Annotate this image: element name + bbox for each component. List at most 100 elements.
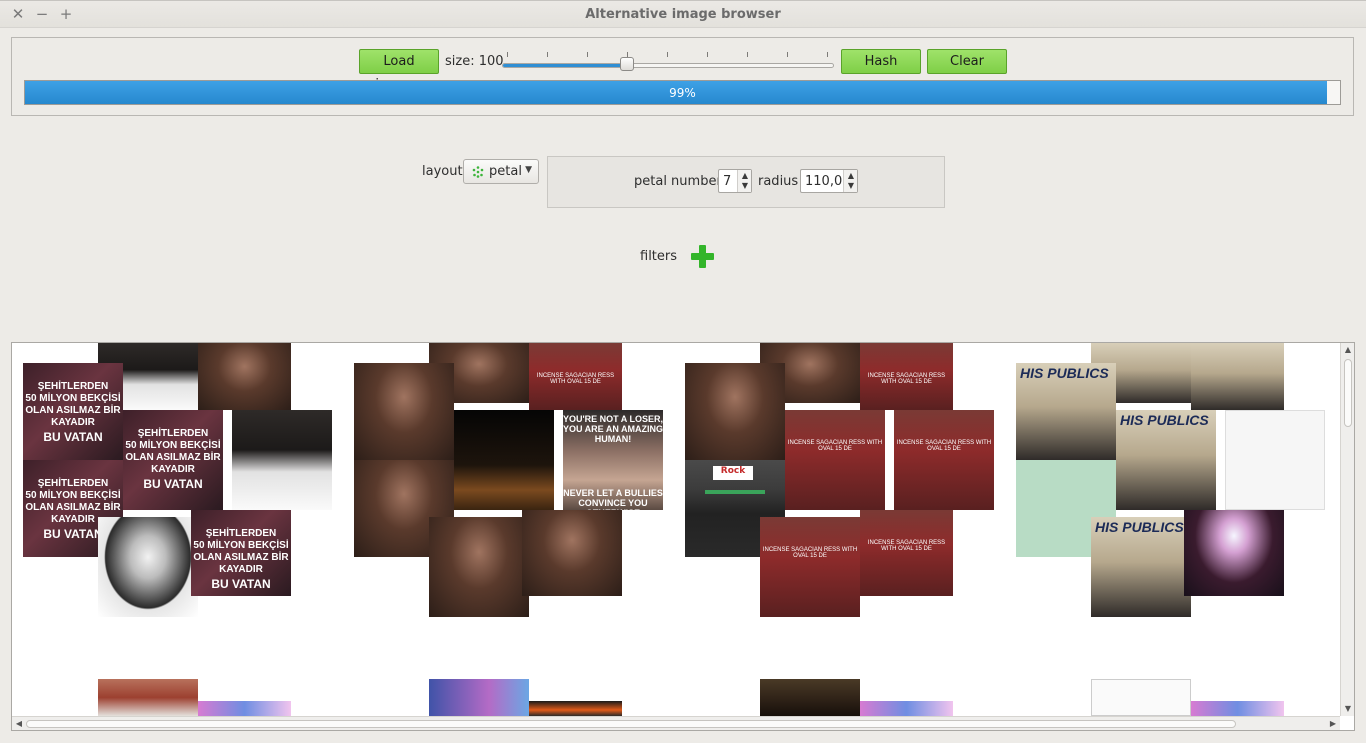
load-images-button[interactable]: Load images (359, 49, 439, 92)
thumb-text: INCENSE SAGACIAN RESS WITH OVAL 15 DE (867, 373, 946, 385)
slider-fill (503, 64, 629, 67)
filters-label: filters (640, 249, 678, 264)
image-thumbnail[interactable]: INCENSE SAGACIAN RESS WITH OVAL 15 DE (894, 410, 994, 510)
image-thumbnail[interactable]: HIS PUBLICS (1116, 410, 1216, 510)
image-thumbnail[interactable] (1191, 343, 1284, 410)
image-thumbnail[interactable] (1225, 410, 1325, 510)
thumb-text: INCENSE SAGACIAN RESS WITH OVAL 15 DE (787, 440, 883, 452)
radius-spinbox[interactable]: 110,0 ▲ ▼ (800, 169, 858, 193)
size-label: size: 100 (445, 54, 504, 69)
thumb-text: INCENSE SAGACIAN RESS WITH OVAL 15 DE (867, 540, 946, 552)
title-bar: ✕ − + Alternative image browser (0, 0, 1366, 28)
image-thumbnail[interactable] (529, 701, 622, 716)
petal-settings-panel: petal number 7 ▲ ▼ radius 110,0 ▲ ▼ (547, 156, 945, 208)
progress-text: 99% (669, 86, 696, 100)
slider-tick (667, 52, 668, 57)
chevron-down-icon: ▼ (525, 165, 532, 175)
image-thumbnail[interactable] (1091, 679, 1191, 716)
image-thumbnail[interactable] (454, 410, 554, 510)
thumb-text: INCENSE SAGACIAN RESS WITH OVAL 15 DE (762, 547, 858, 559)
layout-select-value: petal (489, 164, 522, 179)
horizontal-scrollbar[interactable]: ◀ ▶ (12, 716, 1340, 730)
layout-select[interactable]: petal ▼ (463, 159, 539, 184)
thumb-text: ŞEHİTLERDEN (137, 428, 209, 439)
scroll-up-icon[interactable]: ▲ (1341, 343, 1354, 357)
image-thumbnail[interactable] (1184, 510, 1284, 596)
spin-arrows: ▲ ▼ (737, 170, 751, 192)
scroll-down-icon[interactable]: ▼ (1341, 702, 1354, 716)
slider-handle[interactable] (620, 57, 635, 71)
slider-tick (747, 52, 748, 57)
progress-bar: 99% (24, 80, 1341, 105)
image-thumbnail[interactable] (522, 510, 622, 596)
horizontal-scroll-thumb[interactable] (26, 720, 1236, 728)
thumb-text: 50 MİLYON BEKÇİSİ OLAN ASILMAZ BİR KAYAD… (25, 393, 121, 428)
window-title: Alternative image browser (585, 7, 781, 22)
image-thumbnail[interactable]: ŞEHİTLERDEN 50 MİLYON BEKÇİSİ OLAN ASILM… (123, 410, 223, 510)
thumb-text: NEVER LET A BULLIES CONVINCE YOU OTHERWI… (563, 488, 663, 510)
image-thumbnail[interactable]: YOU'RE NOT A LOSER, YOU ARE AN AMAZING H… (563, 410, 663, 510)
image-thumbnail[interactable]: INCENSE SAGACIAN RESS WITH OVAL 15 DE (760, 517, 860, 617)
image-thumbnail[interactable]: HIS PUBLICS (1016, 363, 1116, 460)
image-thumbnail[interactable] (685, 363, 785, 460)
clear-button[interactable]: Clear (927, 49, 1007, 74)
image-thumbnail[interactable] (760, 679, 860, 716)
image-thumbnail[interactable] (429, 679, 529, 716)
image-viewport[interactable]: ŞEHİTLERDEN 50 MİLYON BEKÇİSİ OLAN ASILM… (11, 342, 1355, 731)
thumb-text: ŞEHİTLERDEN (37, 478, 109, 489)
slider-tick (587, 52, 588, 57)
image-thumbnail[interactable] (354, 363, 454, 460)
thumb-text: 50 MİLYON BEKÇİSİ OLAN ASILMAZ BİR KAYAD… (193, 540, 289, 575)
slider-tick (507, 52, 508, 57)
thumb-text: Rock (713, 466, 753, 480)
petal-dots-icon (472, 166, 484, 178)
decrement-icon[interactable]: ▼ (846, 181, 856, 191)
web-bar (705, 490, 765, 494)
radius-value: 110,0 (805, 174, 843, 189)
spin-arrows: ▲ ▼ (843, 170, 857, 192)
thumb-text: 50 MİLYON BEKÇİSİ OLAN ASILMAZ BİR KAYAD… (125, 440, 221, 475)
size-slider[interactable] (502, 63, 834, 68)
thumb-text: HIS PUBLICS (1120, 412, 1209, 428)
thumb-text: INCENSE SAGACIAN RESS WITH OVAL 15 DE (536, 373, 615, 385)
image-thumbnail[interactable] (1191, 701, 1284, 716)
radius-label: radius (758, 174, 799, 189)
image-thumbnail[interactable]: INCENSE SAGACIAN RESS WITH OVAL 15 DE (860, 343, 953, 410)
thumb-text: ŞEHİTLERDEN (205, 528, 277, 539)
thumb-text: BU VATAN (211, 577, 271, 591)
scroll-left-icon[interactable]: ◀ (12, 717, 26, 730)
image-thumbnail[interactable]: ŞEHİTLERDEN 50 MİLYON BEKÇİSİ OLAN ASILM… (191, 510, 291, 596)
image-thumbnail[interactable]: INCENSE SAGACIAN RESS WITH OVAL 15 DE (529, 343, 622, 410)
image-thumbnail[interactable]: ŞEHİTLERDEN 50 MİLYON BEKÇİSİ OLAN ASILM… (23, 363, 123, 460)
thumb-text: HIS PUBLICS (1020, 365, 1109, 381)
thumb-text: HIS PUBLICS (1095, 519, 1184, 535)
thumb-text: ŞEHİTLERDEN (37, 381, 109, 392)
slider-tick (827, 52, 828, 57)
image-thumbnail[interactable]: HIS PUBLICS (1091, 517, 1191, 617)
image-thumbnail[interactable] (198, 343, 291, 410)
petal-number-spinbox[interactable]: 7 ▲ ▼ (718, 169, 752, 193)
vertical-scroll-thumb[interactable] (1344, 359, 1352, 427)
plus-icon[interactable] (690, 244, 715, 269)
scroll-right-icon[interactable]: ▶ (1326, 717, 1340, 730)
increment-icon[interactable]: ▲ (740, 171, 750, 181)
thumb-text: BU VATAN (143, 477, 203, 491)
increment-icon[interactable]: ▲ (846, 171, 856, 181)
image-thumbnail[interactable] (98, 679, 198, 716)
image-thumbnail[interactable] (98, 517, 198, 617)
hash-button[interactable]: Hash (841, 49, 921, 74)
image-thumbnail[interactable] (198, 701, 291, 716)
image-thumbnail[interactable]: INCENSE SAGACIAN RESS WITH OVAL 15 DE (785, 410, 885, 510)
petal-number-label: petal number (634, 174, 722, 189)
controls-panel: Load images size: 100 Hash Clear 99% (11, 37, 1354, 116)
vertical-scrollbar[interactable]: ▲ ▼ (1340, 343, 1354, 716)
image-thumbnail[interactable] (232, 410, 332, 510)
thumb-text: INCENSE SAGACIAN RESS WITH OVAL 15 DE (896, 440, 992, 452)
image-thumbnail[interactable] (429, 517, 529, 617)
thumb-text: YOU'RE NOT A LOSER, YOU ARE AN AMAZING H… (563, 414, 663, 444)
layout-label: layout (422, 164, 463, 179)
decrement-icon[interactable]: ▼ (740, 181, 750, 191)
image-thumbnail[interactable]: INCENSE SAGACIAN RESS WITH OVAL 15 DE (860, 510, 953, 596)
image-thumbnail[interactable] (860, 701, 953, 716)
slider-tick (707, 52, 708, 57)
